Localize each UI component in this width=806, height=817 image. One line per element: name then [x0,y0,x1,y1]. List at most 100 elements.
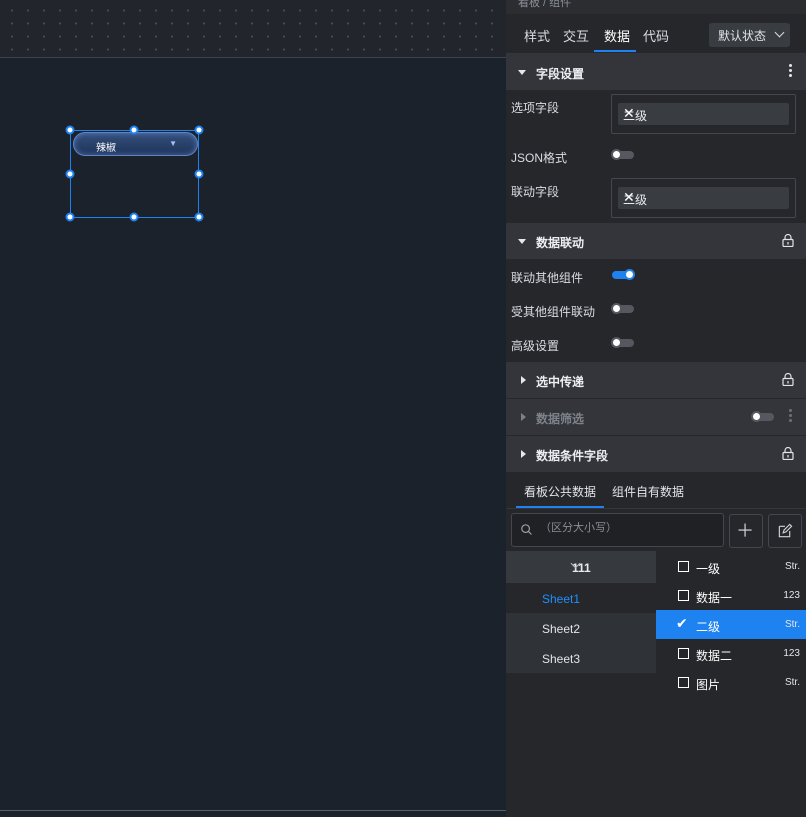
sheet-label: Sheet3 [542,652,581,666]
tab-style[interactable]: 样式 [524,26,550,45]
resize-handle-bottom-left[interactable] [65,212,75,222]
data-source-tabs: 看板公共数据 组件自有数据 [506,472,806,509]
field-type: Str. [784,619,800,630]
section-condition-fields[interactable]: 数据条件字段 [506,436,806,472]
field-item[interactable]: 数据一 123 [656,581,806,610]
json-format-toggle[interactable] [611,149,634,160]
expand-caret-icon [521,376,526,384]
lock-icon[interactable] [782,234,794,247]
field-type: 123 [783,648,800,659]
edit-icon [778,523,793,538]
panel-tabs: 样式 交互 数据 代码 默认状态 [506,14,806,54]
link-field-select[interactable]: 二级 ✕ [611,178,796,218]
data-filter-toggle[interactable] [751,411,774,422]
checkbox[interactable] [678,590,689,601]
tab-interaction[interactable]: 交互 [563,26,589,45]
field-type: 123 [783,590,800,601]
search-box[interactable] [511,513,724,547]
link-field-tag: 二级 ✕ [618,187,789,209]
active-tab-indicator [594,50,636,52]
sheet-item-sheet1[interactable]: Sheet1 [506,583,656,613]
lock-icon[interactable] [782,373,794,386]
option-field-tag: 二级 ✕ [618,103,789,125]
section-title: 选中传递 [536,375,585,389]
option-field-label: 选项字段 [511,101,560,115]
more-options-icon[interactable] [789,64,793,80]
section-title: 数据联动 [536,236,585,250]
collapse-caret-icon [518,70,526,75]
advanced-settings-label: 高级设置 [511,339,560,353]
tab-data[interactable]: 数据 [604,26,630,45]
linked-by-others-label: 受其他组件联动 [511,305,596,319]
advanced-settings-toggle[interactable] [611,337,634,348]
resize-handle-top[interactable] [129,125,139,135]
search-icon [521,524,532,535]
checkbox[interactable] [678,648,689,659]
resize-handle-right[interactable] [194,169,204,179]
tab-board-public-data[interactable]: 看板公共数据 [524,483,596,500]
field-item[interactable]: 一级 Str. [656,552,806,581]
data-group[interactable]: 111 [506,551,656,583]
sheet-label: Sheet2 [542,622,581,636]
section-title: 数据条件字段 [536,449,609,463]
dropdown-widget[interactable]: 辣椒 ▼ [73,132,198,156]
add-button[interactable] [729,514,763,548]
lock-icon[interactable] [782,447,794,460]
sheet-item-sheet3[interactable]: Sheet3 [506,643,656,673]
checkbox[interactable] [678,677,689,688]
breadcrumb: 看板 / 组件 [506,0,806,14]
close-icon[interactable]: ✕ [623,105,783,122]
field-name: 一级 [696,562,721,576]
plus-icon [738,523,752,537]
field-type: Str. [784,561,800,572]
close-icon[interactable]: ✕ [623,189,783,206]
section-title: 数据筛选 [536,412,585,426]
checkbox[interactable] [678,561,689,572]
field-type: Str. [784,677,800,688]
section-data-linkage[interactable]: 数据联动 [506,223,806,259]
sheet-label: Sheet1 [542,592,581,606]
section-selected-pass[interactable]: 选中传递 [506,362,806,398]
link-field-label: 联动字段 [511,185,560,199]
sheet-list: 111 Sheet1 Sheet2 Sheet3 [506,551,656,673]
collapse-caret-icon [518,239,526,244]
dropdown-widget-label: 辣椒 [96,143,116,154]
field-name: 图片 [696,678,721,692]
selected-dropdown-widget[interactable]: 辣椒 ▼ [70,130,199,218]
check-icon[interactable]: ✔ [676,615,688,632]
resize-handle-top-left[interactable] [65,125,75,135]
field-name: 二级 [696,620,721,634]
sheet-item-sheet2[interactable]: Sheet2 [506,613,656,643]
field-item[interactable]: 数据二 123 [656,639,806,668]
canvas-ruler-strip [0,0,506,58]
field-item-selected[interactable]: ✔ 二级 Str. [656,610,806,639]
json-format-label: JSON格式 [511,151,568,165]
more-options-icon[interactable] [789,409,793,425]
section-data-filter[interactable]: 数据筛选 [506,399,806,435]
active-tab-indicator [516,506,604,508]
option-field-select[interactable]: 二级 ✕ [611,94,796,134]
resize-handle-bottom[interactable] [129,212,139,222]
tab-component-own-data[interactable]: 组件自有数据 [612,483,684,500]
field-name: 数据二 [696,649,733,663]
chevron-down-icon [774,27,785,38]
edit-button[interactable] [768,514,802,548]
resize-handle-bottom-right[interactable] [194,212,204,222]
section-title: 字段设置 [536,67,585,81]
resize-handle-top-right[interactable] [194,125,204,135]
state-select-value: 默认状态 [718,29,767,43]
linked-by-others-toggle[interactable] [611,303,634,314]
caret-down-icon: ▼ [169,139,177,148]
field-item[interactable]: 图片 Str. [656,668,806,697]
search-input[interactable] [540,522,710,534]
expand-caret-icon [521,450,526,458]
resize-handle-left[interactable] [65,169,75,179]
link-others-toggle[interactable] [612,269,635,280]
property-panel: 看板 / 组件 样式 交互 数据 代码 默认状态 字段设置 选项字段 二级 ✕ … [506,0,806,817]
field-list: 一级 Str. 数据一 123 ✔ 二级 Str. 数据二 123 图片 Str… [656,551,806,696]
expand-caret-icon [521,413,526,421]
tab-code[interactable]: 代码 [643,26,669,45]
state-select[interactable]: 默认状态 [709,23,790,47]
field-name: 数据一 [696,591,733,605]
section-field-settings[interactable]: 字段设置 [506,54,806,90]
